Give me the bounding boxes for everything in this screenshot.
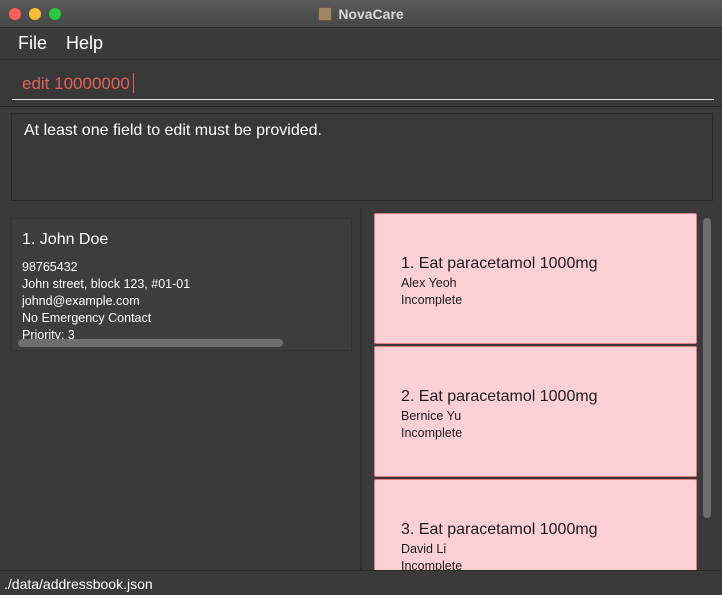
menu-bar: File Help (0, 28, 722, 60)
command-input[interactable] (12, 68, 714, 100)
result-display: At least one field to edit must be provi… (11, 113, 713, 201)
task-title: 1. Eat paracetamol 1000mg (401, 255, 598, 272)
menu-help[interactable]: Help (66, 33, 103, 54)
task-card[interactable]: 3. Eat paracetamol 1000mg David Li Incom… (374, 479, 697, 570)
task-person: Alex Yeoh (401, 276, 457, 290)
task-status: Incomplete (401, 559, 463, 570)
task-title: 2. Eat paracetamol 1000mg (401, 388, 598, 405)
vertical-scrollbar[interactable] (703, 218, 711, 518)
task-list-panel: 1. Eat paracetamol 1000mg Alex Yeoh Inco… (364, 208, 722, 570)
task-person: Bernice Yu (401, 409, 462, 423)
task-card[interactable]: 2. Eat paracetamol 1000mg Bernice Yu Inc… (374, 346, 697, 477)
window-titlebar: NovaCare (0, 0, 722, 28)
person-name: 1. John Doe (22, 231, 109, 248)
status-bar: ./data/addressbook.json (0, 570, 722, 595)
text-caret (133, 73, 134, 93)
person-card[interactable]: 1. John Doe 98765432 John street, block … (11, 218, 352, 351)
app-icon (318, 7, 333, 21)
person-list-panel: 1. John Doe 98765432 John street, block … (0, 208, 362, 570)
menu-file[interactable]: File (18, 33, 47, 54)
person-address: John street, block 123, #01-01 (22, 277, 191, 291)
status-file-path: ./data/addressbook.json (4, 576, 153, 592)
person-email: johnd@example.com (22, 294, 140, 308)
command-box (0, 60, 722, 107)
task-status: Incomplete (401, 293, 463, 307)
window-title: NovaCare (338, 6, 404, 22)
person-phone: 98765432 (22, 260, 78, 274)
horizontal-scrollbar[interactable] (18, 339, 283, 347)
person-emergency-contact: No Emergency Contact (22, 311, 152, 325)
task-status: Incomplete (401, 426, 463, 440)
result-message: At least one field to edit must be provi… (24, 122, 322, 139)
task-title: 3. Eat paracetamol 1000mg (401, 521, 598, 538)
task-card[interactable]: 1. Eat paracetamol 1000mg Alex Yeoh Inco… (374, 213, 697, 344)
task-person: David Li (401, 542, 447, 556)
window-title-area: NovaCare (0, 0, 722, 28)
